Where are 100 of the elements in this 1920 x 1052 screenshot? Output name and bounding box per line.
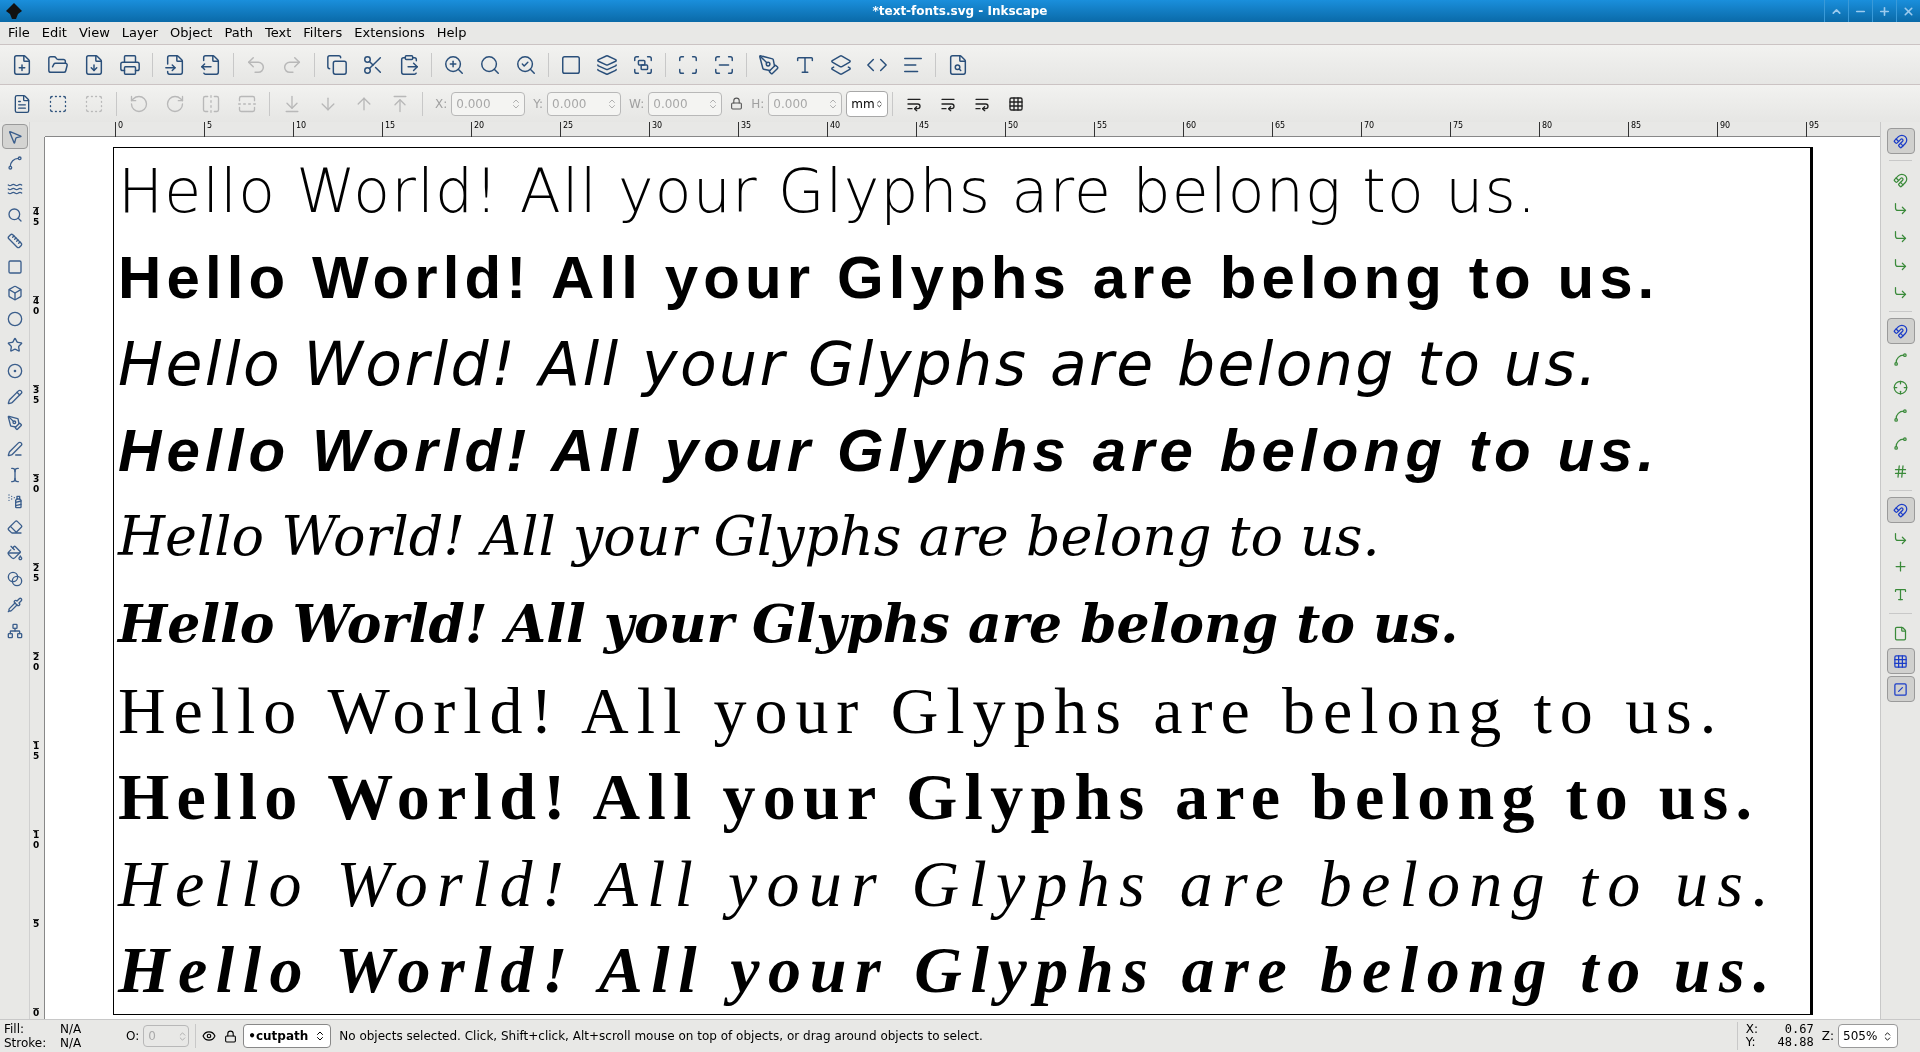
sample-text-line: Hello World! All your Glyphs are belong to us. [116, 845, 1780, 922]
square-icon[interactable] [560, 53, 582, 76]
spray-icon [6, 492, 23, 509]
corner-icon [1893, 228, 1908, 244]
ruler-label: 15 [33, 741, 40, 762]
ruler-label: 10 [33, 830, 40, 851]
document-search-icon[interactable] [947, 53, 969, 76]
menu-item[interactable]: Layer [115, 23, 165, 43]
snap-icon [1893, 502, 1908, 518]
circle-icon [6, 310, 23, 327]
layers-icon[interactable] [596, 53, 618, 76]
zoom-in-icon[interactable] [443, 53, 465, 76]
zoom-check-icon[interactable] [515, 53, 537, 76]
ruler-label: 40 [33, 296, 40, 317]
snap-icon [1893, 133, 1908, 149]
ruler-label: 0 [33, 1008, 40, 1019]
zoom-icon [6, 206, 23, 223]
pipette-icon [6, 596, 23, 613]
zoom-field[interactable]: 505% [1838, 1024, 1898, 1048]
spinner-icon[interactable] [1882, 1030, 1893, 1042]
sample-text-line: Hello World! All your Glyphs are belong to us. [116, 591, 1460, 656]
sample-text-line: Hello World! All your Glyphs are belong to us. [117, 415, 1661, 486]
tool-button[interactable] [1, 124, 28, 149]
import-icon[interactable] [164, 53, 186, 76]
corner-icon [1893, 200, 1908, 216]
menu-item[interactable]: Extensions [348, 23, 431, 43]
corner-icon [1893, 284, 1908, 300]
eye-icon[interactable] [202, 1029, 217, 1043]
select-all-icon[interactable] [48, 93, 68, 114]
y-label: Y: [1745, 1036, 1757, 1049]
corner-icon [1893, 256, 1908, 272]
snap-icon [1893, 323, 1908, 339]
scissors-icon[interactable] [362, 53, 384, 76]
snap-toggle[interactable] [1886, 497, 1915, 523]
spinner-icon [874, 97, 884, 110]
field-label: H: [751, 95, 765, 113]
text-icon [1893, 586, 1908, 602]
pencil-icon [6, 388, 23, 405]
folder-icon[interactable] [47, 53, 69, 76]
unit-select[interactable]: mm [846, 90, 889, 117]
maximize-icon[interactable] [1878, 4, 1891, 18]
window-title: *text-fonts.svg - Inkscape [872, 3, 1048, 20]
plus-icon [1893, 558, 1908, 574]
curve-icon [1893, 407, 1908, 423]
menu-item[interactable]: View [72, 23, 116, 43]
new-file-icon[interactable] [11, 53, 33, 76]
curve-icon [1893, 351, 1908, 367]
menu-item[interactable]: Help [430, 23, 473, 43]
menu-item[interactable]: Object [164, 23, 219, 43]
pointer-icon [6, 128, 23, 145]
curve-icon [1893, 435, 1908, 451]
pen-icon[interactable] [758, 53, 780, 76]
page-icon [1893, 625, 1908, 641]
fill-value: N/A [60, 1022, 83, 1036]
ruler-label: 5 [33, 919, 40, 930]
menu-item[interactable]: Path [218, 23, 259, 43]
y-value: 48.88 [1776, 1036, 1814, 1049]
ruler-label: 35 [33, 385, 40, 406]
ruler-label: 45 [33, 207, 40, 228]
ruler-label: 25 [33, 563, 40, 584]
snap-toggle[interactable] [1886, 318, 1915, 344]
file-download-icon[interactable] [83, 53, 105, 76]
sample-text-line: Hello World! All your Glyphs are belong to us. [117, 759, 1761, 836]
star-icon [6, 336, 23, 353]
menu-item[interactable]: File [2, 23, 36, 43]
status-message: No objects selected. Click, Shift+click, Alt+scroll mouse on top of objects, or drag around objects to select. [339, 1028, 983, 1045]
scan-icon[interactable] [677, 53, 699, 76]
x-value: 0.67 [1783, 1023, 1814, 1036]
zoom-label: Z: [1821, 1028, 1834, 1045]
snap-toggle[interactable] [1886, 676, 1915, 702]
menu-item[interactable]: Edit [35, 23, 73, 43]
copy-icon[interactable] [326, 53, 348, 76]
document-icon[interactable] [12, 93, 32, 114]
layer-select[interactable]: •cutpath [243, 1024, 332, 1048]
snap-toggle[interactable] [1886, 648, 1915, 674]
lock-icon[interactable] [224, 1029, 238, 1043]
ruler-icon [6, 232, 23, 249]
hatch-icon [1893, 463, 1908, 479]
scan-line-icon[interactable] [713, 53, 735, 76]
rectangle-icon [6, 258, 23, 275]
export-icon[interactable] [200, 53, 222, 76]
x-label: X: [1745, 1023, 1759, 1036]
app-logo-icon [4, 2, 24, 20]
stack-icon[interactable] [830, 53, 852, 76]
opacity-label: O: [126, 1028, 140, 1045]
printer-icon[interactable] [119, 53, 141, 76]
zoom-icon[interactable] [479, 53, 501, 76]
group-icon[interactable] [632, 53, 654, 76]
sample-text-line: Hello World! All your Glyphs are belong to us. [117, 672, 1726, 749]
menu-item[interactable]: Text [258, 23, 298, 43]
connector-icon [6, 622, 23, 639]
sample-text-line: Hello World! All your Glyphs are belong to us. [117, 328, 1601, 402]
node-icon [6, 154, 23, 171]
grid-icon[interactable] [1008, 95, 1025, 112]
eraser-icon [6, 518, 23, 535]
close-icon[interactable] [1902, 4, 1915, 18]
menu-item[interactable]: Filters [297, 23, 349, 43]
stroke-value: N/A [60, 1036, 83, 1050]
snap-toggle[interactable] [1886, 128, 1915, 154]
clipboard-icon[interactable] [398, 53, 420, 76]
